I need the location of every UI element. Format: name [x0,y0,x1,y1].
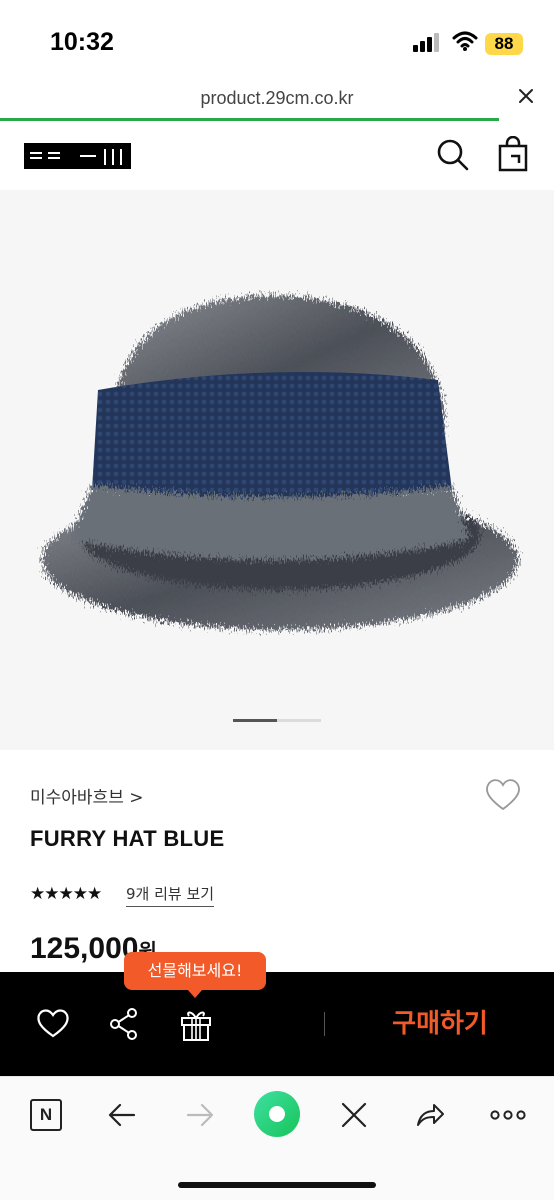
product-title: FURRY HAT BLUE [30,826,225,851]
url-bar[interactable]: product.29cm.co.kr [0,78,554,122]
more-icon[interactable] [490,1099,526,1131]
url-text[interactable]: product.29cm.co.kr [0,88,554,109]
wifi-icon [452,31,478,51]
search-icon[interactable] [436,138,470,172]
purchase-action-bar: 구매하기 [0,972,554,1076]
home-indicator [178,1182,376,1188]
close-icon[interactable] [338,1099,370,1131]
share-icon[interactable] [108,1007,140,1041]
heart-icon[interactable] [484,776,522,812]
site-header [0,122,554,190]
share-arrow-icon[interactable] [414,1099,446,1131]
close-icon[interactable] [516,86,536,106]
action-divider [324,1012,325,1036]
cellular-signal-icon [413,33,439,52]
shopping-bag-icon[interactable] [497,136,529,172]
gift-tooltip-arrow [187,989,203,998]
price-value: 125,000 [30,932,139,965]
image-pager [233,719,321,722]
home-dot [269,1106,285,1122]
buy-button[interactable]: 구매하기 [340,992,540,1056]
heart-icon[interactable] [36,1007,70,1039]
product-image-carousel[interactable] [0,190,554,750]
site-logo[interactable] [24,143,131,169]
rating-stars: ★★★★★ [30,884,102,903]
gift-tooltip[interactable]: 선물해보세요! [124,952,266,998]
gift-icon[interactable] [179,1006,213,1042]
back-arrow-icon[interactable] [106,1099,138,1131]
browser-toolbar: N [0,1076,554,1200]
gift-tooltip-text: 선물해보세요! [147,961,243,980]
home-button[interactable] [254,1091,300,1137]
naver-n-icon[interactable]: N [30,1099,62,1131]
image-pager-active [233,719,277,722]
reviews-link[interactable]: 9개 리뷰 보기 [126,883,215,907]
forward-arrow-icon[interactable] [184,1099,216,1131]
battery-indicator: 88 [485,33,523,55]
product-photo-furry-hat [42,295,518,630]
status-time: 10:32 [50,28,114,56]
page-load-progress [0,118,499,121]
brand-link[interactable]: 미수아바흐브 > [30,783,144,808]
status-bar: 10:32 88 [0,0,554,86]
